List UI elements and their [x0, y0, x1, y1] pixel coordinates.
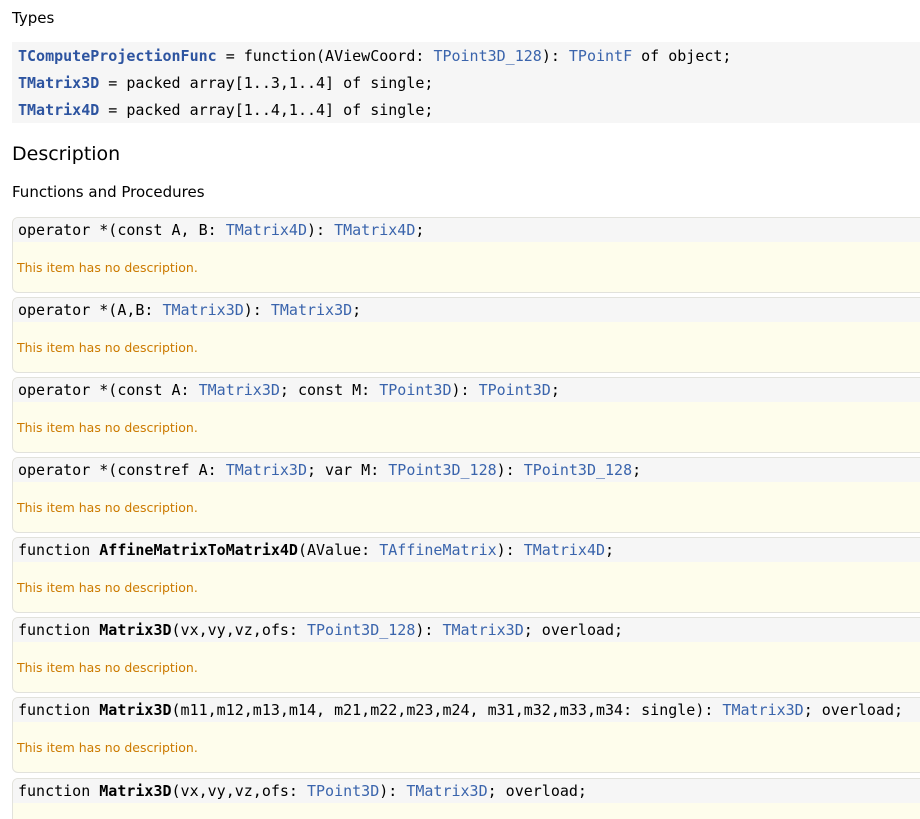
routine-declaration: operator *(const A, B: TMatrix4D): TMatr… — [13, 218, 920, 242]
routine-item: operator *(const A: TMatrix3D; const M: … — [12, 377, 920, 453]
no-description-note: This item has no description. — [17, 340, 198, 355]
function-name: AffineMatrixToMatrix4D — [99, 541, 298, 559]
type-name-link[interactable]: TMatrix3D — [18, 74, 99, 92]
type-link[interactable]: TMatrix3D — [406, 782, 487, 800]
type-name-link[interactable]: TMatrix4D — [18, 101, 99, 119]
type-link[interactable]: TMatrix3D — [226, 461, 307, 479]
functions-heading: Functions and Procedures — [12, 183, 205, 201]
type-declaration: TComputeProjectionFunc = function(AViewC… — [18, 47, 732, 65]
routine-declaration: function Matrix3D(vx,vy,vz,ofs: TPoint3D… — [13, 618, 920, 642]
no-description-note: This item has no description. — [17, 660, 198, 675]
function-name: Matrix3D — [99, 621, 172, 639]
no-description-note: This item has no description. — [17, 740, 198, 755]
routine-item: function AffineMatrixToMatrix4D(AValue: … — [12, 537, 920, 613]
no-description-note: This item has no description. — [17, 500, 198, 515]
types-declarations: TComputeProjectionFunc = function(AViewC… — [12, 42, 920, 123]
type-link[interactable]: TMatrix4D — [334, 221, 415, 239]
routine-declaration: function Matrix3D(vx,vy,vz,ofs: TPoint3D… — [13, 779, 920, 803]
type-link[interactable]: TPoint3D_128 — [388, 461, 496, 479]
type-link[interactable]: TMatrix3D — [199, 381, 280, 399]
type-link[interactable]: TMatrix3D — [722, 701, 803, 719]
routine-declaration: function Matrix3D(m11,m12,m13,m14, m21,m… — [13, 698, 920, 722]
types-heading: Types — [12, 9, 55, 27]
no-description-note: This item has no description. — [17, 260, 198, 275]
type-link[interactable]: TPoint3D_128 — [524, 461, 632, 479]
routine-item: operator *(const A, B: TMatrix4D): TMatr… — [12, 217, 920, 293]
type-declaration: TMatrix3D = packed array[1..3,1..4] of s… — [18, 74, 434, 92]
type-link[interactable]: TPoint3D_128 — [433, 47, 541, 65]
no-description-note: This item has no description. — [17, 580, 198, 595]
routine-declaration: function AffineMatrixToMatrix4D(AValue: … — [13, 538, 920, 562]
routine-declaration: operator *(constref A: TMatrix3D; var M:… — [13, 458, 920, 482]
routine-item: function Matrix3D(vx,vy,vz,ofs: TPoint3D… — [12, 617, 920, 693]
function-name: Matrix3D — [99, 782, 172, 800]
no-description-note: This item has no description. — [17, 420, 198, 435]
type-link[interactable]: TMatrix3D — [163, 301, 244, 319]
type-declaration: TMatrix4D = packed array[1..4,1..4] of s… — [18, 101, 434, 119]
type-link[interactable]: TPointF — [569, 47, 632, 65]
type-link[interactable]: TAffineMatrix — [379, 541, 496, 559]
function-name: Matrix3D — [99, 701, 172, 719]
routine-item: function Matrix3D(m11,m12,m13,m14, m21,m… — [12, 697, 920, 773]
routine-declaration: operator *(const A: TMatrix3D; const M: … — [13, 378, 920, 402]
routine-declaration: operator *(A,B: TMatrix3D): TMatrix3D; — [13, 298, 920, 322]
type-link[interactable]: TPoint3D — [379, 381, 451, 399]
routine-item: function Matrix3D(vx,vy,vz,ofs: TPoint3D… — [12, 778, 920, 819]
type-link[interactable]: TMatrix3D — [442, 621, 523, 639]
type-link[interactable]: TMatrix4D — [524, 541, 605, 559]
type-name-link[interactable]: TComputeProjectionFunc — [18, 47, 217, 65]
type-link[interactable]: TPoint3D_128 — [307, 621, 415, 639]
routine-item: operator *(A,B: TMatrix3D): TMatrix3D; T… — [12, 297, 920, 373]
type-link[interactable]: TPoint3D — [479, 381, 551, 399]
routine-item: operator *(constref A: TMatrix3D; var M:… — [12, 457, 920, 533]
description-heading: Description — [12, 143, 121, 165]
type-link[interactable]: TMatrix4D — [226, 221, 307, 239]
type-link[interactable]: TMatrix3D — [271, 301, 352, 319]
type-link[interactable]: TPoint3D — [307, 782, 379, 800]
